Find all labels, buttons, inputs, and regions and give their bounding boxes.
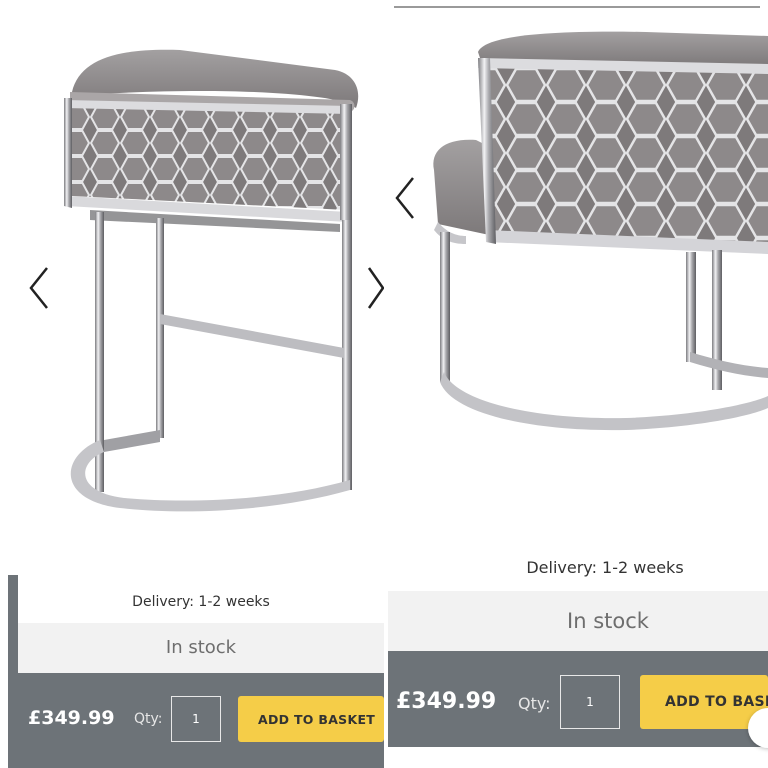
delivery-text: Delivery: 1-2 weeks [526,558,684,577]
price: £349.99 [396,689,497,714]
product-panel-right: Delivery: 1-2 weeks In stock £349.99 Qty… [386,0,768,768]
delivery-text: Delivery: 1-2 weeks [132,594,270,610]
qty-label: Qty: [134,711,163,727]
quantity-input[interactable] [171,696,221,742]
add-to-basket-button[interactable]: ADD TO BASKET [238,696,384,742]
stock-status: In stock [18,623,384,673]
product-image[interactable] [0,0,384,560]
product-image[interactable] [386,0,768,440]
chevron-left-icon[interactable] [28,266,50,310]
price: £349.99 [28,707,115,729]
quantity-input[interactable] [560,675,620,729]
chevron-right-icon[interactable] [366,266,384,310]
qty-label: Qty: [518,694,551,713]
buy-bar: £349.99 Qty: ADD TO BASKET [8,673,384,768]
stock-status: In stock [388,591,768,651]
product-panel-left: Delivery: 1-2 weeks In stock £349.99 Qty… [0,0,384,768]
chevron-left-icon[interactable] [394,176,416,220]
buy-bar: £349.99 Qty: ADD TO BASKET [388,651,768,747]
